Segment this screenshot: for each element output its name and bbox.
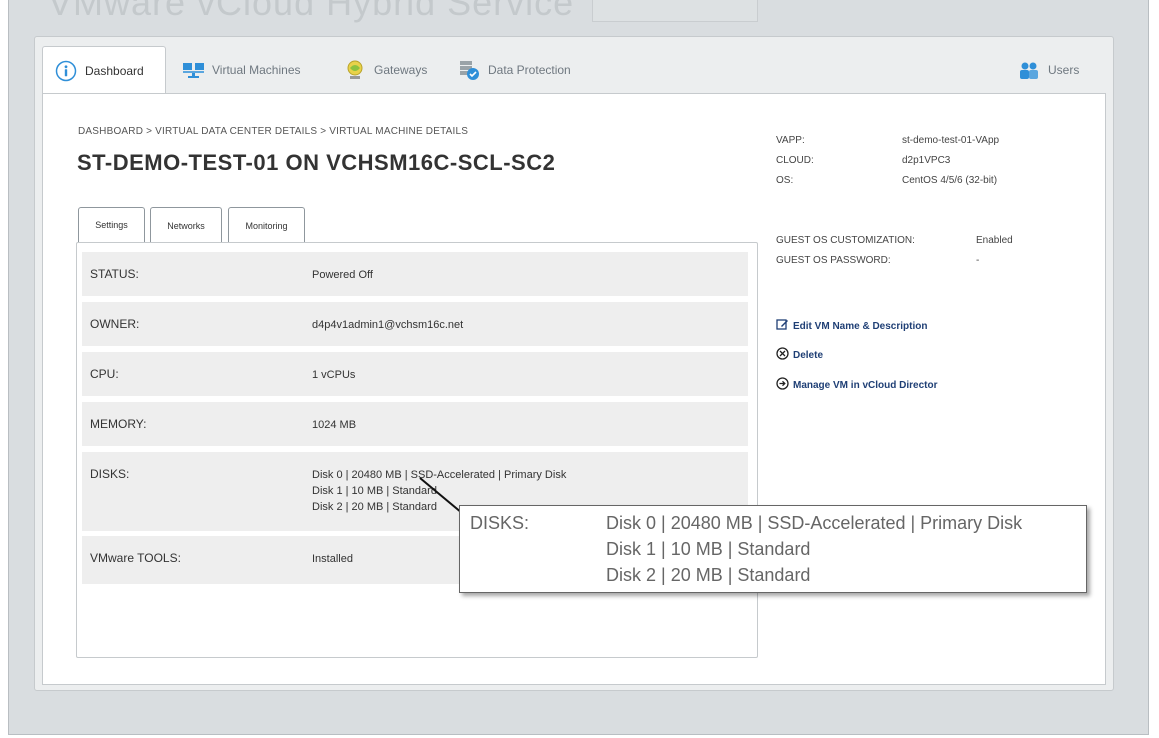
disks-callout: DISKS: Disk 0 | 20480 MB | SSD-Accelerat… xyxy=(459,505,1087,593)
callout-disks-label: DISKS: xyxy=(470,513,530,533)
callout-disk-line: Disk 0 | 20480 MB | SSD-Accelerated | Pr… xyxy=(606,513,1023,533)
callout-disk-line: Disk 1 | 10 MB | Standard xyxy=(606,539,811,559)
callout-disk-line: Disk 2 | 20 MB | Standard xyxy=(606,565,811,585)
callout-arrow xyxy=(419,477,472,522)
